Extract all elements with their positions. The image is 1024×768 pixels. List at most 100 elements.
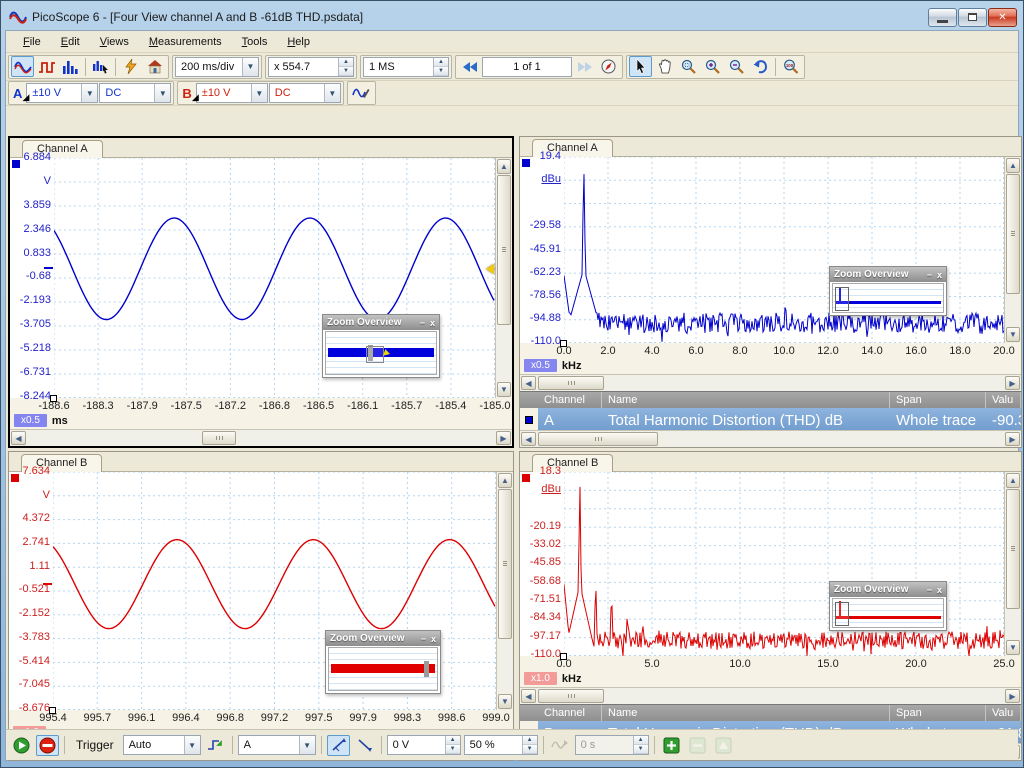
spin-up-icon[interactable]: ▲ [634,736,648,745]
start-capture-button[interactable] [10,735,33,756]
spectrum-b-horizontal-scrollbar[interactable]: ◀ ▶ [520,687,1021,704]
zoom-overview-map[interactable] [325,331,437,375]
trigger-mode-select[interactable]: Auto ▼ [123,735,201,755]
zoom-overview-window[interactable]: Zoom Overview −x [829,581,947,631]
minimize-icon[interactable]: − [927,585,932,595]
table-a-horizontal-scrollbar[interactable]: ◀ ▶ [520,430,1021,447]
scroll-thumb[interactable] [538,432,658,446]
minimize-icon[interactable]: − [420,318,425,328]
scroll-down-icon[interactable]: ▼ [1006,640,1020,655]
add-measurement-button[interactable] [660,735,683,756]
channel-a-scope-panel[interactable]: Channel A 6.884V3.8592.3460.833-0.68-2.1… [8,136,514,448]
measurement-row-a[interactable]: A Total Harmonic Distortion (THD) dB Who… [520,408,1021,432]
channel-b-spectrum-panel[interactable]: Channel B 18.3dBu-20.19-33.02-45.85-58.6… [519,451,1022,761]
channel-a-options-button[interactable]: A◢ [11,86,25,101]
axis-origin-handle[interactable] [560,653,567,660]
scroll-right-icon[interactable]: ▶ [1005,689,1020,703]
spin-down-icon[interactable]: ▼ [634,745,648,754]
close-button[interactable]: ✕ [988,8,1017,27]
next-waveform-button[interactable] [573,56,596,77]
home-button[interactable] [143,56,166,77]
zoom-overview-map[interactable] [832,283,944,313]
chevron-down-icon[interactable]: ▼ [251,84,267,102]
minimize-button[interactable] [928,8,957,27]
scroll-left-icon[interactable]: ◀ [11,431,26,445]
scroll-down-icon[interactable]: ▼ [497,382,511,397]
channel-a-coupling-select[interactable]: DC ▼ [99,83,171,103]
spin-up-icon[interactable]: ▲ [523,736,537,745]
menu-item[interactable]: Edit [52,33,89,51]
signal-generator-button[interactable] [350,83,373,104]
minimize-icon[interactable]: − [927,270,932,280]
title-bar[interactable]: PicoScope 6 - [Four View channel A and B… [5,4,1019,30]
scroll-thumb[interactable] [497,175,511,325]
scroll-thumb[interactable] [1006,174,1020,294]
timebase-select[interactable]: 200 ms/div ▼ [175,57,259,77]
chevron-down-icon[interactable]: ▼ [324,84,340,102]
spin-down-icon[interactable]: ▼ [523,745,537,754]
measurements-header[interactable]: Channel Name Span Valu−□ [520,391,1021,408]
edit-measurement-button[interactable] [712,735,735,756]
zoom-selection-rect[interactable] [835,287,849,311]
zoom-overview-map[interactable] [832,598,944,628]
spectrum-a-horizontal-scrollbar[interactable]: ◀ ▶ [520,374,1021,391]
hand-tool-button[interactable] [653,56,676,77]
scroll-thumb[interactable] [1006,489,1020,609]
menu-item[interactable]: File [14,33,50,51]
collapse-icon[interactable]: − [992,719,997,721]
scroll-up-icon[interactable]: ▲ [1006,158,1020,173]
zoom-overview-window[interactable]: Zoom Overview −x [325,630,441,694]
trigger-level-spinner[interactable]: 0 V ▲▼ [387,735,461,755]
close-icon[interactable]: x [430,318,435,328]
zoom-overview-window[interactable]: Zoom Overview −x [322,314,440,378]
chevron-down-icon[interactable]: ▼ [81,84,97,102]
menu-item[interactable]: Help [278,33,319,51]
zoom-overview-map[interactable] [328,647,438,691]
axis-origin-handle[interactable] [49,707,56,714]
scroll-right-icon[interactable]: ▶ [496,431,511,445]
expand-icon[interactable]: □ [1001,719,1006,721]
scroll-thumb[interactable] [538,689,604,703]
chevron-down-icon[interactable]: ▼ [154,84,170,102]
trigger-delay-spinner[interactable]: 0 s ▲▼ [575,735,649,755]
spin-up-icon[interactable]: ▲ [446,736,460,745]
falling-edge-button[interactable] [353,735,376,756]
channel-a-spectrum-panel[interactable]: Channel A 19.4dBu-29.58-45.91-62.23-78.5… [519,136,1022,448]
trigger-marker-icon[interactable] [486,264,494,274]
scroll-down-icon[interactable]: ▼ [498,694,512,709]
close-icon[interactable]: x [937,585,942,595]
scroll-right-icon[interactable]: ▶ [1005,376,1020,390]
measurements-header[interactable]: Channel Name Span Valu−□ [520,704,1021,721]
col-header-channel[interactable]: Channel [538,705,602,721]
spectrum-a-vertical-scrollbar[interactable]: ▲ ▼ [1004,157,1021,343]
menu-item[interactable]: Measurements [140,33,231,51]
col-header-value[interactable]: Valu−□ [986,392,1021,408]
menu-item[interactable]: Tools [233,33,277,51]
channel-b-options-button[interactable]: B◢ [180,86,194,101]
spin-up-icon[interactable]: ▲ [339,58,353,67]
zoom-overview-window[interactable]: Zoom Overview −x [829,266,947,316]
close-icon[interactable]: x [431,634,436,644]
zoom-factor-spinner[interactable]: x 554.7 ▲▼ [268,57,354,77]
expand-icon[interactable]: □ [1001,406,1006,408]
scope-a-horizontal-scrollbar[interactable]: ◀ ▶ [10,429,512,446]
spin-up-icon[interactable]: ▲ [434,58,448,67]
prev-waveform-button[interactable] [458,56,481,77]
scope-a-vertical-scrollbar[interactable]: ▲ ▼ [495,158,512,398]
buffer-page-indicator[interactable]: 1 of 1 [482,57,572,77]
rising-edge-button[interactable] [327,735,350,756]
zoom-factor-badge[interactable]: x0.5 [524,359,557,372]
axis-origin-handle[interactable] [50,395,57,402]
spin-down-icon[interactable]: ▼ [434,67,448,76]
zoom-factor-badge[interactable]: x1.0 [524,672,557,685]
zoom-in-button[interactable] [701,56,724,77]
channel-b-scope-panel[interactable]: Channel B 7.634V4.3722.7411.11-0.521-2.1… [8,451,514,761]
zoom-out-button[interactable] [725,56,748,77]
chevron-down-icon[interactable]: ▼ [299,736,315,754]
restore-button[interactable] [958,8,987,27]
trigger-source-select[interactable]: A ▼ [238,735,316,755]
auto-setup-button[interactable] [119,56,142,77]
chevron-down-icon[interactable]: ▼ [184,736,200,754]
scroll-thumb[interactable] [498,489,512,639]
samples-spinner[interactable]: 1 MS ▲▼ [363,57,449,77]
